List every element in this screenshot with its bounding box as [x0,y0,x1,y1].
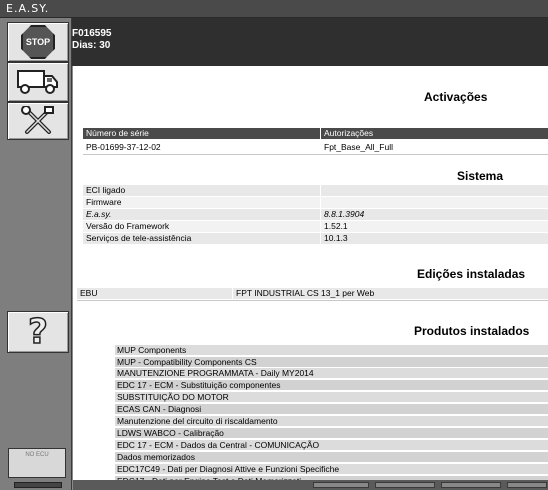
list-item: MANUTENZIONE PROGRAMMATA - Daily MY2014 [115,368,548,379]
info-panel: Activações Número de série Autorizações … [72,66,548,490]
system-value: 8.8.1.3904 [321,209,548,220]
ecu-status-indicator: NO ECU [8,448,66,478]
bottom-button[interactable] [375,482,435,488]
truck-icon [17,70,58,94]
col-authorizations: Autorizações [321,128,548,139]
days-remaining: Dias: 30 [72,40,111,51]
bottom-button[interactable] [313,482,369,488]
window-title: E.A.SY. [0,0,548,18]
list-item: Dados memorizados [115,452,548,463]
header-band: F016595 Dias: 30 [72,18,548,66]
system-value: 10.1.3 [321,233,548,244]
list-item: Manutenzione del circuito di riscaldamen… [115,416,548,427]
authorization-value: Fpt_Base_All_Full [324,142,393,152]
list-item: SUBSTITUIÇÃO DO MOTOR [115,392,548,403]
help-icon: ? [27,312,48,352]
list-item: MUP Components [115,345,548,356]
list-item: EDC 17 - ECM - Substituição componentes [115,380,548,391]
row-divider [83,154,548,155]
system-key: Firmware [83,197,320,208]
list-item: ECAS CAN - Diagnosi [115,404,548,415]
system-value [321,185,548,196]
activations-header-row: Número de série Autorizações [83,128,548,139]
edition-code: EBU [77,288,232,299]
vehicle-button[interactable] [7,62,69,102]
list-item: EDC 17 - ECM - Dados da Central - COMUNI… [115,440,548,451]
tools-button[interactable] [7,102,69,140]
table-row: PB-01699-37-12-02 Fpt_Base_All_Full [83,142,548,153]
tools-icon [21,106,54,134]
editions-title: Edições instaladas [417,267,526,281]
bottom-toolbar [73,480,548,490]
activations-title: Activações [424,90,488,104]
license-id: F016595 [72,28,112,39]
help-button[interactable]: ? [7,311,69,353]
stop-icon: STOP [21,25,55,59]
system-key: Serviços de tele-assistência [83,233,320,244]
easy-app-window: E.A.SY. STOP ? NO ECU F016595 Dias: 30 A… [0,0,548,490]
table-row: Versão do Framework 1.52.1 [83,221,548,232]
serial-number-value: PB-01699-37-12-02 [86,142,161,152]
list-item: LDWS WABCO - Calibração [115,428,548,439]
row-divider [77,300,548,301]
table-row: ECI ligado [83,185,548,196]
bottom-button[interactable] [507,482,547,488]
table-row: EBU FPT INDUSTRIAL CS 13_1 per Web [77,288,548,299]
edition-name: FPT INDUSTRIAL CS 13_1 per Web [233,288,548,299]
stop-button[interactable]: STOP [7,22,69,62]
sidebar-progress-bar [14,482,62,488]
system-value: 1.52.1 [321,221,548,232]
list-item: MUP - Compatibility Components CS [115,357,548,368]
table-row: Serviços de tele-assistência 10.1.3 [83,233,548,244]
system-title: Sistema [457,169,504,183]
col-serial-number: Número de série [83,128,320,139]
system-key: Versão do Framework [83,221,320,232]
products-title: Produtos instalados [414,324,530,338]
system-value [321,197,548,208]
system-key: E.a.sy. [83,209,320,220]
table-row: E.a.sy. 8.8.1.3904 [83,209,548,220]
table-row: Firmware [83,197,548,208]
bottom-button[interactable] [441,482,501,488]
system-key: ECI ligado [83,185,320,196]
sidebar: STOP ? NO ECU [0,18,72,490]
list-item: EDC17C49 - Dati per Diagnosi Attive e Fu… [115,464,548,475]
